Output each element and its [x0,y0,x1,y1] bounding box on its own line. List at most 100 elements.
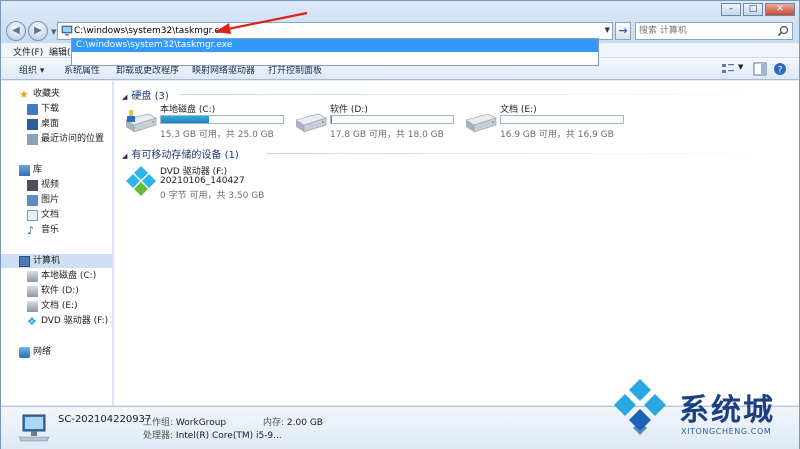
nav-label: DVD 驱动器 (F:) 20 [41,316,112,326]
star-icon: ★ [19,88,29,101]
computer-name: SC-202104220937 [58,414,152,425]
view-dropdown-icon[interactable]: ▼ [738,63,743,71]
nav-label: 图片 [41,195,60,205]
nav-label: 网络 [33,347,52,357]
minimize-button[interactable]: – [721,3,741,16]
group-header-hdd[interactable]: ◢ 硬盘 (3) [122,87,169,102]
dvd-label: 20210106_140427 [160,176,245,186]
cpu-value: Intel(R) Core(TM) i5-9... [175,431,282,441]
nav-computer[interactable]: 计算机 [1,254,112,268]
usage-bar [160,115,284,124]
address-autocomplete-list: C:\windows\system32\taskmgr.exe [71,38,599,66]
drive-space: 16.9 GB 可用，共 16.9 GB [500,130,614,140]
menu-file[interactable]: 文件(F) [13,45,43,58]
preview-pane-icon[interactable] [753,62,767,76]
workgroup-label: 工作组: [143,418,174,428]
nav-libraries[interactable]: 库 [1,163,112,177]
nav-local-disk-c[interactable]: 本地磁盘 (C:) [1,269,112,283]
drive-name: 软件 (D:) [330,105,368,115]
memory-info: 内存: 2.00 GB [263,415,323,428]
memory-value: 2.00 GB [286,418,323,428]
computer-icon [18,414,50,442]
nav-label: 文档 [41,210,60,220]
change-view-icon[interactable] [721,62,735,76]
navigation-pane: ★ 收藏夹 下载 桌面 最近访问的位置 库 视频 图片 文档 ♪ 音乐 计算机 … [1,81,113,405]
nav-documents[interactable]: 文档 [1,208,112,222]
forward-button[interactable]: ▶ [28,21,48,41]
workgroup-value: WorkGroup [175,418,227,428]
nav-label: 软件 (D:) [41,286,79,296]
nav-label: 库 [33,165,43,175]
close-button[interactable]: ✕ [765,3,795,16]
group-divider [180,94,780,95]
libraries-icon [19,165,30,176]
collapse-triangle-icon: ◢ [122,152,128,160]
nav-downloads[interactable]: 下载 [1,102,112,116]
drive-c[interactable]: 本地磁盘 (C:) 15.3 GB 可用，共 25.0 GB [124,102,294,142]
network-icon [19,347,30,358]
nav-network[interactable]: 网络 [1,345,112,359]
nav-recent-places[interactable]: 最近访问的位置 [1,132,112,146]
search-box[interactable] [635,22,793,40]
nav-docs-e[interactable]: 文档 (E:) [1,299,112,313]
nav-label: 桌面 [41,119,60,129]
nav-label: 下载 [41,104,60,114]
group-header-removable[interactable]: ◢ 有可移动存储的设备 (1) [122,146,239,161]
go-button[interactable]: → [615,22,631,40]
drive-space: 17.8 GB 可用，共 18.0 GB [330,130,444,140]
downloads-icon [27,104,38,115]
drive-name: 本地磁盘 (C:) [160,105,216,115]
hard-drive-icon [125,110,157,133]
nav-videos[interactable]: 视频 [1,178,112,192]
nav-dvd-f[interactable]: ❖ DVD 驱动器 (F:) 20 [1,314,112,328]
videos-icon [27,180,38,191]
dvd-drive-f[interactable]: DVD 驱动器 (F:) 20210106_140427 0 字节 可用，共 3… [124,164,364,204]
watermark-brand: 系统城 [679,393,775,428]
autocomplete-item[interactable]: C:\windows\system32\taskmgr.exe [72,39,598,52]
help-icon[interactable]: ? [773,62,787,76]
group-divider [266,153,780,154]
content-pane: ◢硬盘 (3) 本地磁盘 (C:) 15.3 GB 可用，共 25.0 GB [114,81,799,405]
maximize-button[interactable]: □ [743,3,763,16]
hard-drive-icon [465,113,497,133]
nav-label: 音乐 [41,225,60,235]
memory-label: 内存: [263,418,285,428]
drive-e[interactable]: 文档 (E:) 16.9 GB 可用，共 16.9 GB [464,102,634,142]
nav-music[interactable]: ♪ 音乐 [1,223,112,237]
watermark-logo: 系统城 XITONGCHENG.COM [607,377,797,441]
computer-icon [19,256,30,267]
address-dropdown-icon[interactable]: ▼ [605,26,610,34]
back-button[interactable]: ◀ [6,21,26,41]
nav-favorites[interactable]: ★ 收藏夹 [1,87,112,101]
hard-drive-icon [27,301,38,312]
cpu-label: 处理器: [143,431,174,441]
window-controls: – □ ✕ [719,3,795,17]
view-controls: ▼ ? [721,62,791,76]
usage-bar [330,115,454,124]
nav-pictures[interactable]: 图片 [1,193,112,207]
cpu-info: 处理器: Intel(R) Core(TM) i5-9... [143,428,282,441]
workgroup-info: 工作组: WorkGroup [143,415,226,428]
xitongcheng-logo-icon [614,379,666,435]
nav-label: 最近访问的位置 [41,134,105,144]
nav-label: 本地磁盘 (C:) [41,271,97,281]
usage-bar-fill [331,116,333,123]
search-icon[interactable] [777,24,789,38]
hard-drive-icon [27,271,38,282]
nav-soft-d[interactable]: 软件 (D:) [1,284,112,298]
hard-drive-icon [27,286,38,297]
computer-icon [61,25,73,36]
title-bar: – □ ✕ ◀ ▶ ▼ ▼ → [1,1,799,43]
group-title: 有可移动存储的设备 (1) [131,150,239,161]
search-input[interactable] [639,24,771,38]
desktop-icon [27,119,38,130]
drive-d[interactable]: 软件 (D:) 17.8 GB 可用，共 18.0 GB [294,102,464,142]
explorer-window: – □ ✕ ◀ ▶ ▼ ▼ → C:\wind [0,0,800,449]
drive-space: 15.3 GB 可用，共 25.0 GB [160,130,274,140]
watermark-domain: XITONGCHENG.COM [681,427,772,436]
group-title: 硬盘 (3) [131,91,169,102]
nav-label: 计算机 [33,256,61,266]
address-input[interactable] [74,24,594,38]
nav-desktop[interactable]: 桌面 [1,117,112,131]
organize-button[interactable]: 组织 ▾ [19,63,44,76]
